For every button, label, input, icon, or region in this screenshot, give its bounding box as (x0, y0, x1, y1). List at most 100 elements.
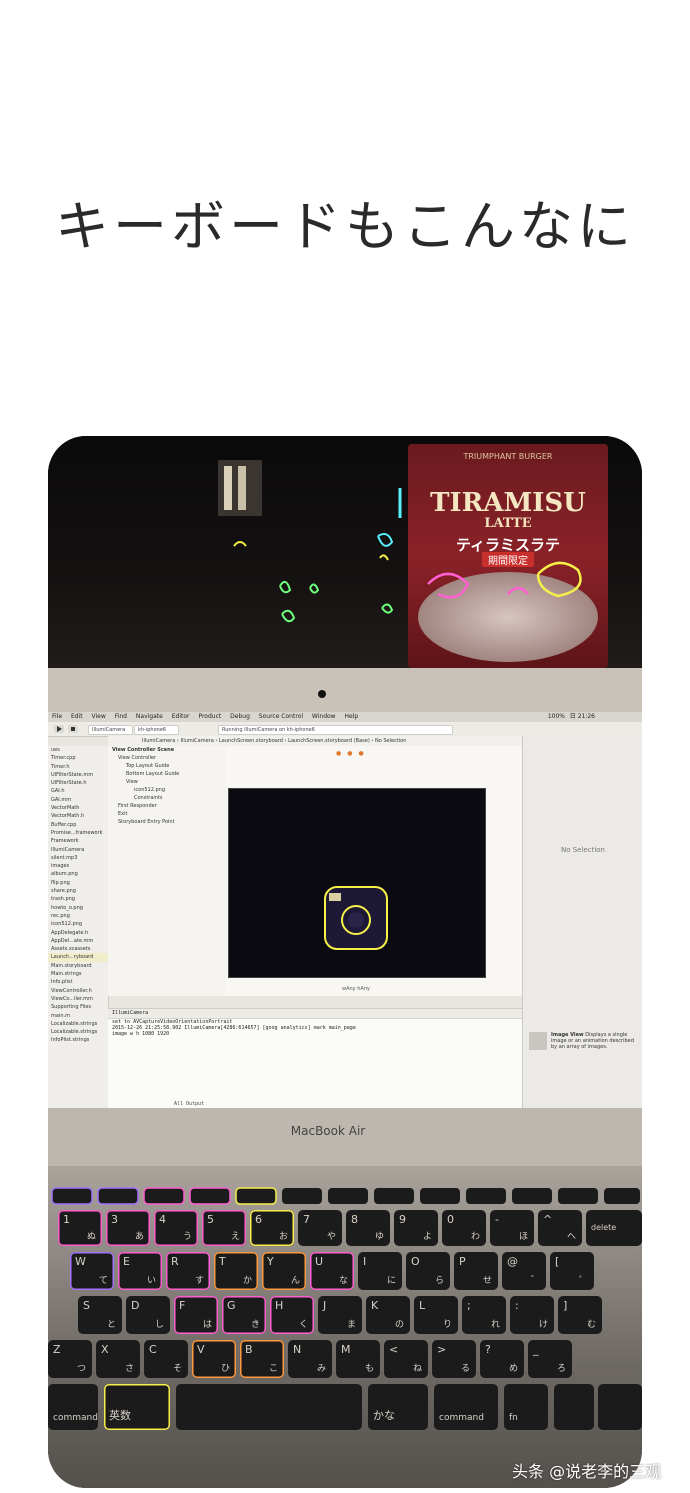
outline-item[interactable]: Storyboard Entry Point (108, 818, 226, 826)
storyboard-canvas[interactable]: ●●● wAny hAny (226, 746, 522, 996)
key[interactable]: 7や (298, 1210, 342, 1246)
navigator-item[interactable]: silent.mp3 (48, 854, 108, 862)
menu-edit[interactable]: Edit (71, 713, 83, 720)
key[interactable]: > る (432, 1340, 476, 1378)
menu-window[interactable]: Window (312, 713, 336, 720)
key[interactable]: Uな (310, 1252, 354, 1290)
key[interactable]: Gき (222, 1296, 266, 1334)
command-left-key[interactable]: command (48, 1384, 98, 1430)
key[interactable]: 1ぬ (58, 1210, 102, 1246)
navigator-item[interactable]: Localizable.strings (48, 1028, 108, 1036)
command-right-key[interactable]: command (434, 1384, 498, 1430)
navigator-item[interactable]: VectorMath (48, 804, 108, 812)
navigator-item[interactable]: trash.png (48, 895, 108, 903)
navigator-item[interactable]: UIFilterState.mm (48, 771, 108, 779)
delete-key[interactable]: delete (586, 1210, 642, 1246)
navigator-item[interactable]: Supporting Files (48, 1003, 108, 1011)
jump-bar-item[interactable]: LaunchScreen.storyboard (Base) (288, 738, 370, 744)
key[interactable]: ^ へ (538, 1210, 582, 1246)
menu-source-control[interactable]: Source Control (259, 713, 303, 720)
key[interactable]: Eい (118, 1252, 162, 1290)
outline-item[interactable]: Top Layout Guide (108, 762, 226, 770)
arrow-right-key[interactable] (598, 1384, 642, 1430)
kana-key[interactable]: かな (368, 1384, 428, 1430)
navigator-item[interactable]: GAI.mm (48, 796, 108, 804)
view-controller-view[interactable] (228, 788, 486, 978)
key[interactable]: 3あ (106, 1210, 150, 1246)
navigator-item[interactable]: Timer.h (48, 763, 108, 771)
key[interactable]: Lり (414, 1296, 458, 1334)
navigator-item[interactable]: images (48, 862, 108, 870)
jump-bar-item[interactable]: IllumiCamera (142, 738, 175, 744)
stop-button[interactable] (68, 725, 78, 733)
navigator-item[interactable]: Main.storyboard (48, 962, 108, 970)
key[interactable]: Rす (166, 1252, 210, 1290)
navigator-item[interactable]: main.m (48, 1012, 108, 1020)
navigator-item[interactable]: Timer.cpp (48, 754, 108, 762)
key[interactable]: Wて (70, 1252, 114, 1290)
key[interactable]: Vひ (192, 1340, 236, 1378)
navigator-item[interactable]: GAI.h (48, 787, 108, 795)
menu-debug[interactable]: Debug (230, 713, 250, 720)
size-class-label[interactable]: wAny hAny (342, 986, 370, 992)
navigator-item[interactable]: Framework (48, 837, 108, 845)
key[interactable]: Xさ (96, 1340, 140, 1378)
key[interactable]: ] む (558, 1296, 602, 1334)
outline-item[interactable]: Bottom Layout Guide (108, 770, 226, 778)
key[interactable]: Oら (406, 1252, 450, 1290)
navigator-item[interactable]: AppDel...ate.mm (48, 937, 108, 945)
key[interactable]: Yん (262, 1252, 306, 1290)
outline-item[interactable]: View Controller (108, 754, 226, 762)
navigator-item[interactable]: flip.png (48, 879, 108, 887)
key[interactable]: 8ゆ (346, 1210, 390, 1246)
key[interactable]: Iに (358, 1252, 402, 1290)
menu-navigate[interactable]: Navigate (136, 713, 163, 720)
key[interactable]: Mも (336, 1340, 380, 1378)
space-key[interactable] (176, 1384, 362, 1430)
key[interactable]: Jま (318, 1296, 362, 1334)
key[interactable]: _ ろ (528, 1340, 572, 1378)
menu-product[interactable]: Product (198, 713, 221, 720)
arrow-left-key[interactable] (554, 1384, 594, 1430)
key[interactable]: Dし (126, 1296, 170, 1334)
navigator-item-selected[interactable]: Launch...ryboard (48, 953, 108, 962)
output-filter[interactable]: All Output (174, 1101, 204, 1107)
object-library-item[interactable]: Image View Displays a single image or an… (551, 1032, 637, 1050)
key[interactable]: 0わ (442, 1210, 486, 1246)
scheme-selector[interactable]: IllumiCamera (88, 725, 133, 735)
key[interactable]: 5え (202, 1210, 246, 1246)
navigator-item[interactable]: Assets.xcassets (48, 945, 108, 953)
navigator-item[interactable]: Buffer.cpp (48, 821, 108, 829)
key[interactable]: Sと (78, 1296, 122, 1334)
key[interactable]: 6お (250, 1210, 294, 1246)
navigator-item[interactable]: Promise...framework (48, 829, 108, 837)
navigator-item[interactable]: VectorMath.h (48, 812, 108, 820)
key[interactable]: Zつ (48, 1340, 92, 1378)
key[interactable]: ? め (480, 1340, 524, 1378)
key[interactable]: Hく (270, 1296, 314, 1334)
outline-item[interactable]: View (108, 778, 226, 786)
menu-editor[interactable]: Editor (172, 713, 190, 720)
navigator-item[interactable]: ViewController.h (48, 987, 108, 995)
run-button[interactable] (54, 725, 64, 733)
key[interactable]: 4う (154, 1210, 198, 1246)
key[interactable]: Fは (174, 1296, 218, 1334)
key[interactable]: Pせ (454, 1252, 498, 1290)
fn-key[interactable]: fn (504, 1384, 548, 1430)
key[interactable]: < ね (384, 1340, 428, 1378)
navigator-item[interactable]: Info.plist (48, 978, 108, 986)
outline-item[interactable]: icon512.png (108, 786, 226, 794)
navigator-item[interactable]: UIFilterState.h (48, 779, 108, 787)
key[interactable]: Tか (214, 1252, 258, 1290)
outline-item[interactable]: Constraints (108, 794, 226, 802)
navigator-item[interactable]: IllumiCamera (48, 846, 108, 854)
outline-item[interactable]: First Responder (108, 802, 226, 810)
key[interactable]: @ ゛ (502, 1252, 546, 1290)
key[interactable]: 9よ (394, 1210, 438, 1246)
key[interactable]: Bこ (240, 1340, 284, 1378)
navigator-item[interactable]: AppDelegate.h (48, 929, 108, 937)
navigator-item[interactable]: ViewCo...ller.mm (48, 995, 108, 1003)
device-selector[interactable]: kh-iphone6 (134, 725, 179, 735)
navigator-item[interactable]: howto_o.png (48, 904, 108, 912)
jump-bar-item[interactable]: No Selection (375, 738, 406, 744)
